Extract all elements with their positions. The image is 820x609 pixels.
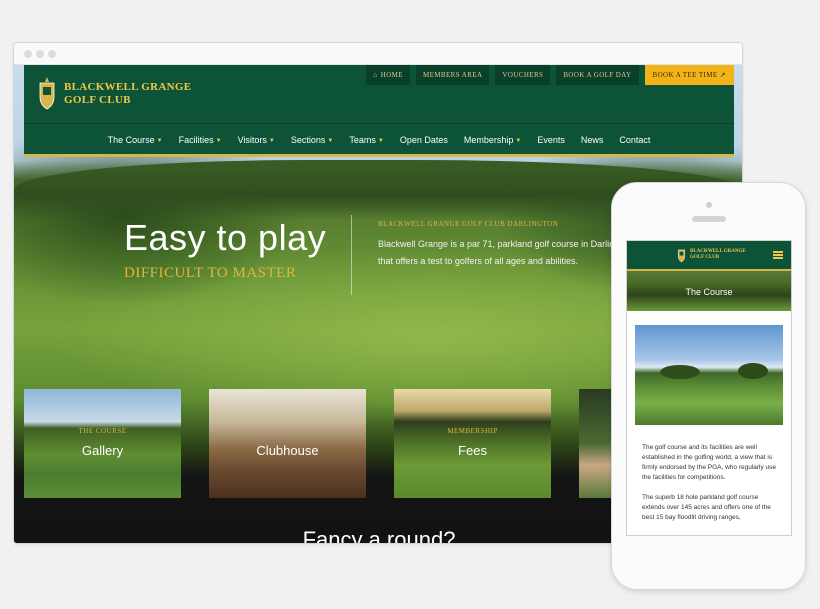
tile-kicker: MEMBERSHIP xyxy=(447,427,498,435)
nav-the-course[interactable]: The Course ▼ xyxy=(108,129,163,151)
mobile-phone-mockup: BLACKWELL GRANGE GOLF CLUB The Course Th… xyxy=(611,182,806,590)
mobile-header: BLACKWELL GRANGE GOLF CLUB xyxy=(627,241,791,271)
intro-text: Blackwell Grange is a par 71, parkland g… xyxy=(378,239,632,266)
mobile-site-name-line2: GOLF CLUB xyxy=(690,255,720,260)
tile-fees[interactable]: MEMBERSHIP Fees xyxy=(394,389,551,498)
site-logo[interactable]: BLACKWELL GRANGE GOLF CLUB xyxy=(38,77,191,111)
mobile-site-name: BLACKWELL GRANGE GOLF CLUB xyxy=(690,249,746,261)
site-name-line1: BLACKWELL GRANGE xyxy=(64,81,192,93)
nav-label: Teams xyxy=(349,135,376,145)
nav-open-dates[interactable]: Open Dates xyxy=(400,129,448,151)
tile-kicker: THE COURSE xyxy=(78,427,127,435)
window-dot xyxy=(48,50,56,58)
nav-contact[interactable]: Contact xyxy=(619,129,650,151)
main-nav: The Course ▼ Facilities ▼ Visitors ▼ Sectio… xyxy=(24,129,734,151)
external-link-icon: ↗ xyxy=(719,71,726,79)
crest-icon xyxy=(678,249,685,263)
showcase-stage: BLACKWELL GRANGE GOLF CLUB ⌂ HOME MEMBERS… xyxy=(0,0,820,609)
mobile-paragraph-1: The golf course and its facilities are w… xyxy=(642,444,777,481)
chevron-down-icon: ▼ xyxy=(377,137,384,144)
tile-label: Gallery xyxy=(81,443,124,458)
chevron-down-icon: ▼ xyxy=(215,137,222,144)
header-divider xyxy=(24,123,734,124)
home-link[interactable]: ⌂ HOME xyxy=(366,65,410,85)
tile-label: Fees xyxy=(458,443,487,458)
camera-icon xyxy=(706,202,712,208)
nav-label: Membership xyxy=(463,135,514,145)
nav-events[interactable]: Events xyxy=(537,129,565,151)
chevron-down-icon: ▼ xyxy=(268,137,275,144)
hero-title: Easy to play xyxy=(124,217,327,258)
members-area-link[interactable]: MEMBERS AREA xyxy=(415,65,490,85)
top-links: ⌂ HOME MEMBERS AREA VOUCHERS BOOK A GOLF … xyxy=(366,65,734,85)
nav-label: Sections xyxy=(290,135,326,145)
mobile-banner: The Course xyxy=(627,271,791,311)
mobile-screen: BLACKWELL GRANGE GOLF CLUB The Course Th… xyxy=(626,240,792,536)
nav-teams[interactable]: Teams ▼ xyxy=(349,129,383,151)
menu-icon[interactable] xyxy=(773,251,783,259)
vouchers-link[interactable]: VOUCHERS xyxy=(495,65,551,85)
tile-label: Clubhouse xyxy=(256,443,319,458)
nav-membership[interactable]: Membership ▼ xyxy=(464,129,521,151)
book-tee-time-label: BOOK A TEE TIME xyxy=(652,71,718,79)
mobile-paragraph-2: The superb 18 hole parkland golf course … xyxy=(642,494,771,521)
hero-subtitle: DIFFICULT TO MASTER xyxy=(124,265,297,281)
chevron-down-icon: ▼ xyxy=(515,137,522,144)
mobile-course-photo xyxy=(635,325,783,425)
tile-clubhouse[interactable]: Clubhouse xyxy=(209,389,366,498)
home-icon: ⌂ xyxy=(373,71,378,79)
window-dot xyxy=(24,50,32,58)
tile-gallery[interactable]: THE COURSE Gallery xyxy=(24,389,181,498)
nav-label: Facilities xyxy=(178,135,214,145)
nav-news[interactable]: News xyxy=(581,129,604,151)
book-golf-day-link[interactable]: BOOK A GOLF DAY xyxy=(556,65,639,85)
nav-label: The Course xyxy=(107,135,155,145)
site-name: BLACKWELL GRANGE GOLF CLUB xyxy=(64,81,191,107)
intro-kicker: BLACKWELL GRANGE GOLF CLUB DARLINGTON xyxy=(378,220,559,228)
window-dot xyxy=(36,50,44,58)
chevron-down-icon: ▼ xyxy=(327,137,334,144)
browser-titlebar xyxy=(14,43,742,65)
chevron-down-icon: ▼ xyxy=(156,137,163,144)
mobile-site-logo[interactable]: BLACKWELL GRANGE GOLF CLUB xyxy=(677,247,746,263)
crest-icon xyxy=(38,77,56,111)
hero-divider xyxy=(351,215,352,295)
book-tee-time-button[interactable]: BOOK A TEE TIME ↗ xyxy=(644,65,734,85)
speaker-grille xyxy=(692,216,726,222)
site-name-line2: GOLF CLUB xyxy=(64,94,131,106)
mobile-banner-title: The Course xyxy=(685,287,733,297)
nav-sections[interactable]: Sections ▼ xyxy=(291,129,333,151)
nav-label: Visitors xyxy=(237,135,267,145)
nav-visitors[interactable]: Visitors ▼ xyxy=(238,129,275,151)
home-link-label: HOME xyxy=(380,71,403,79)
site-header: BLACKWELL GRANGE GOLF CLUB ⌂ HOME MEMBERS… xyxy=(24,65,734,157)
nav-facilities[interactable]: Facilities ▼ xyxy=(179,129,222,151)
